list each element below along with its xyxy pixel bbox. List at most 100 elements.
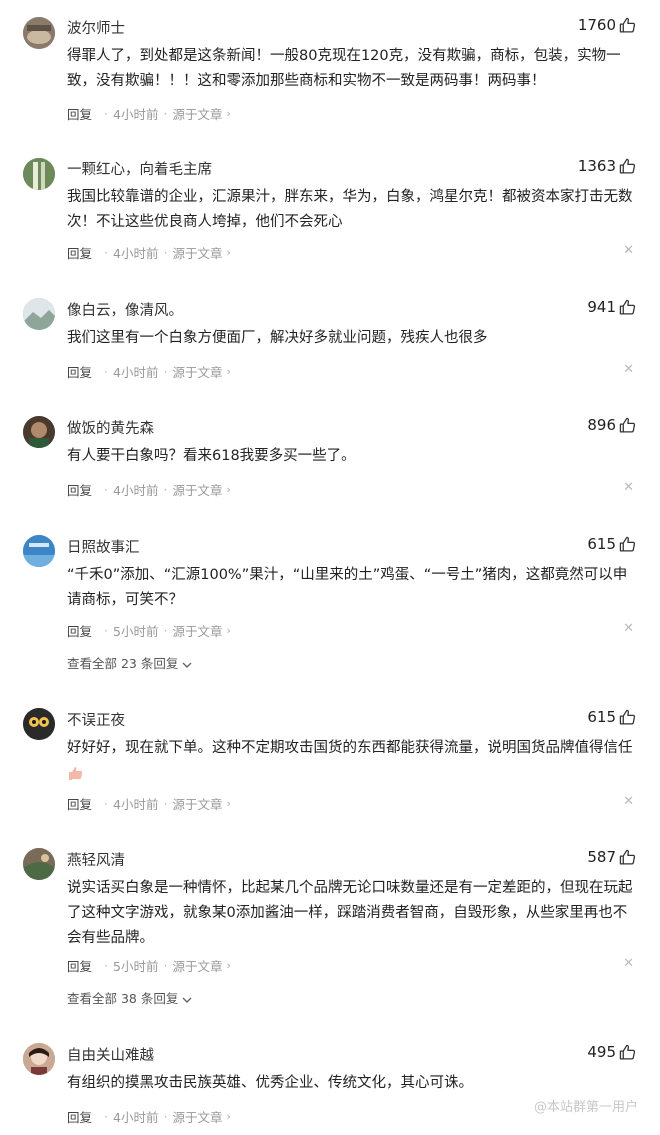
comment-meta: 回复 · 4小时前 · 源于文章 › bbox=[67, 104, 231, 123]
separator: · bbox=[163, 1109, 168, 1124]
thumbs-up-icon[interactable] bbox=[619, 849, 636, 866]
thumbs-up-icon[interactable] bbox=[619, 536, 636, 553]
username[interactable]: 燕轻风清 bbox=[67, 849, 125, 870]
separator: · bbox=[163, 623, 168, 638]
thumbs-up-icon[interactable] bbox=[619, 1044, 636, 1061]
username[interactable]: 日照故事汇 bbox=[67, 536, 140, 557]
thumbs-up-emoji-icon bbox=[69, 767, 83, 780]
chevron-right-icon: › bbox=[226, 107, 231, 120]
comment-text: 好好好，现在就下单。这种不定期攻击国货的东西都能获得流量，说明国货品牌值得信任 bbox=[67, 736, 636, 786]
separator: · bbox=[104, 245, 108, 260]
comment-meta: 回复 · 4小时前 · 源于文章 › bbox=[67, 794, 231, 813]
avatar[interactable] bbox=[23, 298, 55, 330]
comment-meta: 回复 · 4小时前 · 源于文章 › bbox=[67, 480, 231, 499]
like-count-value: 615 bbox=[587, 535, 616, 553]
like-count-value: 1760 bbox=[577, 16, 616, 34]
like-count[interactable]: 587 bbox=[587, 848, 636, 866]
like-count-value: 941 bbox=[587, 298, 616, 316]
avatar[interactable] bbox=[23, 1043, 55, 1075]
like-count[interactable]: 941 bbox=[587, 298, 636, 316]
separator: · bbox=[163, 106, 168, 121]
chevron-right-icon: › bbox=[226, 483, 231, 496]
comment-text-body: 好好好，现在就下单。这种不定期攻击国货的东西都能获得流量，说明国货品牌值得信任 bbox=[67, 740, 633, 756]
like-count[interactable]: 1363 bbox=[578, 157, 636, 175]
thumbs-up-icon[interactable] bbox=[619, 158, 636, 175]
comment-text: 说实话买白象是一种情怀，比起某几个品牌无论口味数量还是有一定差距的，但现在玩起了… bbox=[67, 880, 633, 946]
comment-meta: 回复 · 5小时前 · 源于文章 › bbox=[67, 621, 231, 640]
username[interactable]: 一颗红心，向着毛主席 bbox=[67, 158, 212, 179]
source-article-link[interactable]: 源于文章 bbox=[172, 1107, 222, 1126]
like-count-value: 587 bbox=[587, 848, 616, 866]
source-article-link[interactable]: 源于文章 bbox=[172, 794, 222, 813]
close-icon[interactable]: ✕ bbox=[623, 362, 634, 377]
like-count[interactable]: 1760 bbox=[578, 16, 636, 34]
chevron-right-icon: › bbox=[226, 1110, 231, 1123]
thumbs-up-icon[interactable] bbox=[619, 417, 636, 434]
avatar[interactable] bbox=[23, 535, 55, 567]
separator: · bbox=[163, 364, 168, 379]
reply-button[interactable]: 回复 bbox=[67, 621, 92, 640]
close-icon[interactable]: ✕ bbox=[623, 480, 634, 495]
separator: · bbox=[104, 1109, 108, 1124]
like-count[interactable]: 615 bbox=[587, 535, 636, 553]
comment-text: 我国比较靠谱的企业，汇源果汁，胖东来，华为，白象，鸿星尔克！都被资本家打击无数次… bbox=[67, 189, 633, 230]
like-count[interactable]: 495 bbox=[587, 1043, 636, 1061]
comment-text: 有组织的摸黑攻击民族英雄、优秀企业、传统文化，其心可诛。 bbox=[67, 1075, 473, 1091]
separator: · bbox=[163, 245, 168, 260]
username[interactable]: 不误正夜 bbox=[67, 709, 125, 730]
avatar[interactable] bbox=[23, 416, 55, 448]
timestamp: 4小时前 bbox=[113, 365, 159, 380]
comment-meta: 回复 · 4小时前 · 源于文章 › bbox=[67, 1107, 231, 1126]
separator: · bbox=[163, 958, 168, 973]
source-article-link[interactable]: 源于文章 bbox=[172, 480, 222, 499]
source-article-link[interactable]: 源于文章 bbox=[172, 243, 222, 262]
close-icon[interactable]: ✕ bbox=[623, 243, 634, 258]
view-replies-link[interactable]: 查看全部 38 条回复 bbox=[67, 988, 192, 1007]
timestamp: 4小时前 bbox=[113, 246, 159, 261]
comment-text: 我们这里有一个白象方便面厂，解决好多就业问题，残疾人也很多 bbox=[67, 330, 488, 346]
reply-button[interactable]: 回复 bbox=[67, 362, 92, 381]
avatar[interactable] bbox=[23, 708, 55, 740]
like-count[interactable]: 615 bbox=[587, 708, 636, 726]
comment-meta: 回复 · 4小时前 · 源于文章 › bbox=[67, 243, 231, 262]
reply-button[interactable]: 回复 bbox=[67, 480, 92, 499]
thumbs-up-icon[interactable] bbox=[619, 299, 636, 316]
source-article-link[interactable]: 源于文章 bbox=[172, 362, 222, 381]
chevron-right-icon: › bbox=[226, 959, 231, 972]
timestamp: 5小时前 bbox=[113, 959, 159, 974]
avatar[interactable] bbox=[23, 848, 55, 880]
reply-button[interactable]: 回复 bbox=[67, 956, 92, 975]
username[interactable]: 像白云，像清风。 bbox=[67, 299, 183, 320]
username[interactable]: 做饭的黄先森 bbox=[67, 417, 154, 438]
close-icon[interactable]: ✕ bbox=[623, 956, 634, 971]
comment-text: “千禾0”添加、“汇源100%”果汁，“山里来的土”鸡蛋、“一号土”猪肉，这都竟… bbox=[67, 567, 628, 608]
separator: · bbox=[104, 106, 108, 121]
source-article-link[interactable]: 源于文章 bbox=[172, 104, 222, 123]
like-count-value: 615 bbox=[587, 708, 616, 726]
close-icon[interactable]: ✕ bbox=[623, 794, 634, 809]
reply-button[interactable]: 回复 bbox=[67, 243, 92, 262]
avatar[interactable] bbox=[23, 158, 55, 190]
source-article-link[interactable]: 源于文章 bbox=[172, 956, 222, 975]
avatar[interactable] bbox=[23, 17, 55, 49]
timestamp: 4小时前 bbox=[113, 797, 159, 812]
close-icon[interactable]: ✕ bbox=[623, 621, 634, 636]
view-replies-link[interactable]: 查看全部 23 条回复 bbox=[67, 653, 192, 672]
chevron-right-icon: › bbox=[226, 624, 231, 637]
like-count[interactable]: 896 bbox=[587, 416, 636, 434]
thumbs-up-icon[interactable] bbox=[619, 709, 636, 726]
username[interactable]: 波尔师士 bbox=[67, 17, 125, 38]
reply-button[interactable]: 回复 bbox=[67, 1107, 92, 1126]
reply-button[interactable]: 回复 bbox=[67, 104, 92, 123]
source-article-link[interactable]: 源于文章 bbox=[172, 621, 222, 640]
watermark: @本站群第一用户 bbox=[533, 1100, 638, 1115]
chevron-right-icon: › bbox=[226, 246, 231, 259]
timestamp: 4小时前 bbox=[113, 107, 159, 122]
like-count-value: 495 bbox=[587, 1043, 616, 1061]
thumbs-up-icon[interactable] bbox=[619, 17, 636, 34]
separator: · bbox=[163, 482, 168, 497]
timestamp: 4小时前 bbox=[113, 483, 159, 498]
separator: · bbox=[104, 958, 108, 973]
reply-button[interactable]: 回复 bbox=[67, 794, 92, 813]
username[interactable]: 自由关山难越 bbox=[67, 1044, 154, 1065]
